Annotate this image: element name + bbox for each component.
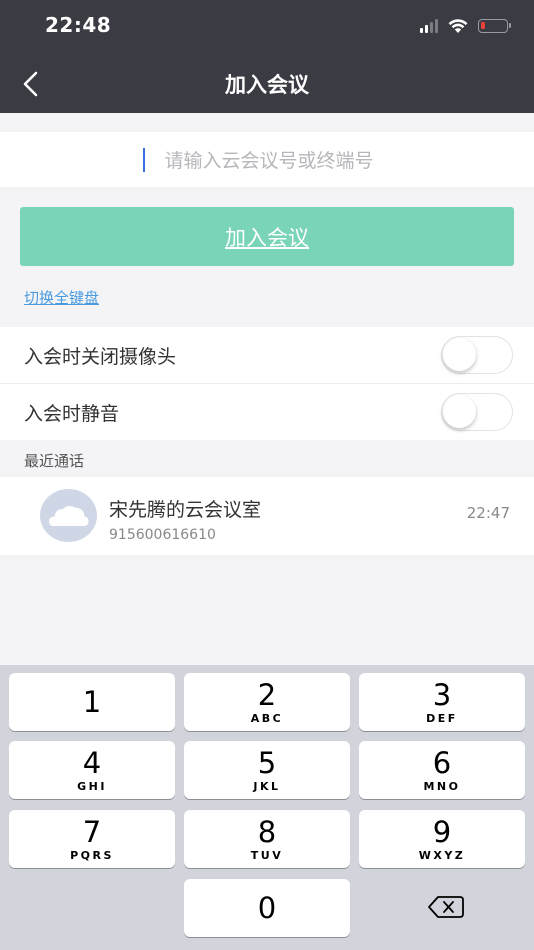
key-letters: TUV	[250, 849, 284, 862]
key-digit: 8	[257, 815, 277, 849]
text-cursor	[143, 148, 145, 172]
key-2[interactable]: 2 ABC	[184, 673, 350, 731]
key-letters: GHI	[77, 780, 107, 793]
key-letters: JKL	[253, 780, 281, 793]
recent-calls-title: 最近通话	[24, 452, 85, 470]
key-digit: 1	[82, 685, 102, 719]
key-letters: ABC	[250, 712, 284, 725]
backspace-icon	[428, 896, 464, 918]
mute-toggle[interactable]	[441, 393, 513, 431]
key-digit: 2	[257, 678, 277, 712]
toggle-knob	[443, 338, 476, 371]
key-digit: 3	[432, 678, 452, 712]
battery-icon	[478, 19, 511, 33]
key-digit: 9	[432, 815, 452, 849]
key-letters: DEF	[426, 712, 458, 725]
key-1[interactable]: 1	[9, 673, 175, 731]
key-digit: 5	[257, 746, 277, 780]
status-time: 22:48	[45, 13, 112, 37]
recent-call-time: 22:47	[466, 504, 510, 522]
key-digit: 0	[257, 891, 277, 925]
camera-off-label: 入会时关闭摄像头	[24, 346, 177, 368]
toggle-knob	[443, 395, 476, 428]
mute-setting: 入会时静音	[0, 384, 534, 440]
key-7[interactable]: 7 PQRS	[9, 810, 175, 868]
meeting-number-input[interactable]	[0, 132, 534, 189]
key-letters: MNO	[423, 780, 461, 793]
key-4[interactable]: 4 GHI	[9, 741, 175, 799]
key-letters: PQRS	[70, 849, 114, 862]
key-6[interactable]: 6 MNO	[359, 741, 525, 799]
switch-full-keyboard-link[interactable]: 切换全键盘	[24, 287, 99, 308]
status-icons	[420, 16, 511, 36]
key-letters: WXYZ	[418, 849, 466, 862]
recent-call-name: 宋先腾的云会议室	[109, 499, 262, 521]
delete-key[interactable]	[408, 886, 482, 928]
recent-call-item[interactable]: 宋先腾的云会议室 915600616610 22:47	[0, 477, 534, 555]
cellular-signal-icon	[420, 19, 438, 33]
key-5[interactable]: 5 JKL	[184, 741, 350, 799]
key-digit: 6	[432, 746, 452, 780]
key-9[interactable]: 9 WXYZ	[359, 810, 525, 868]
key-digit: 4	[82, 746, 102, 780]
key-digit: 7	[82, 815, 102, 849]
key-8[interactable]: 8 TUV	[184, 810, 350, 868]
key-3[interactable]: 3 DEF	[359, 673, 525, 731]
cloud-avatar-icon	[40, 489, 97, 542]
meeting-number-row	[0, 132, 534, 189]
camera-off-setting: 入会时关闭摄像头	[0, 327, 534, 384]
join-settings: 入会时关闭摄像头 入会时静音	[0, 327, 534, 440]
mute-label: 入会时静音	[24, 403, 120, 425]
recent-call-number: 915600616610	[109, 527, 216, 543]
camera-off-toggle[interactable]	[441, 336, 513, 374]
header: 22:48 加入会议	[0, 0, 534, 113]
wifi-icon	[448, 18, 468, 33]
join-meeting-button[interactable]: 加入会议	[20, 207, 514, 266]
key-0[interactable]: 0	[184, 879, 350, 937]
page-title: 加入会议	[225, 73, 309, 97]
